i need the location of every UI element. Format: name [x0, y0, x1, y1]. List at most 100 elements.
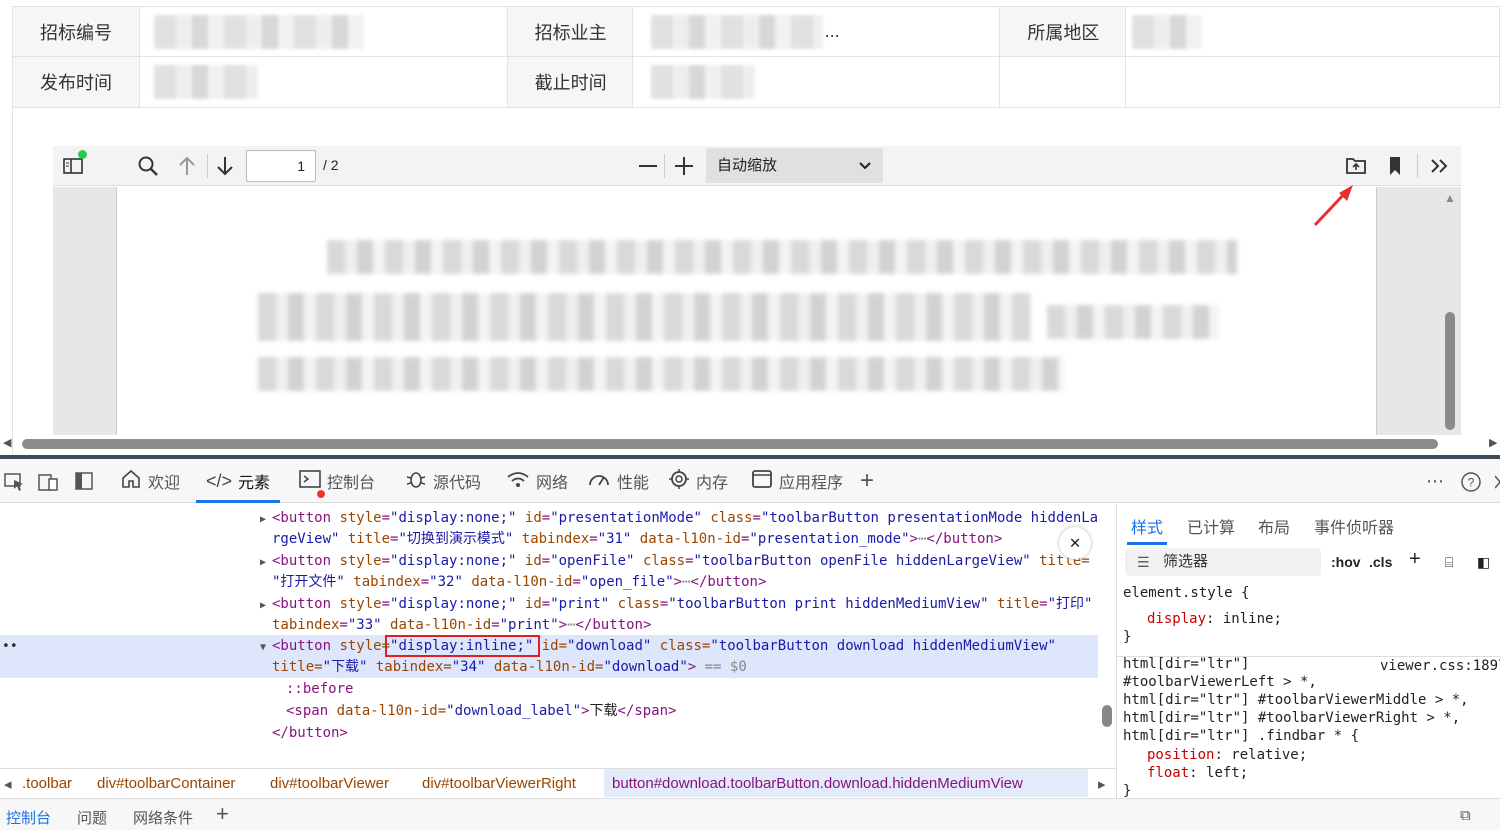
css-selector[interactable]: html[dir="ltr"] #toolbarViewerMiddle > *…: [1123, 691, 1469, 709]
code-line[interactable]: <button style="display:none;" id="print"…: [272, 594, 1116, 615]
breadcrumb-item[interactable]: div#toolbarViewer: [270, 775, 389, 792]
elements-vscroll-thumb[interactable]: [1102, 705, 1112, 727]
plus-icon[interactable]: [672, 154, 696, 178]
drawer-tab-issues[interactable]: 问题: [77, 807, 107, 828]
tab-application[interactable]: 应用程序: [751, 459, 843, 503]
wifi-icon: [506, 469, 530, 494]
css-declaration[interactable]: float: left;: [1147, 764, 1248, 782]
toggle-sidebar-icon[interactable]: ◧: [1477, 554, 1490, 571]
tab-console[interactable]: 控制台: [299, 459, 375, 503]
code-value: "display:none;": [390, 596, 517, 612]
css-selector[interactable]: html[dir="ltr"] #toolbarViewerRight > *,: [1123, 709, 1460, 727]
scroll-right-arrow[interactable]: ▶: [1489, 436, 1497, 449]
styles-filter-input[interactable]: ☰ 筛选器: [1125, 548, 1321, 576]
vertical-scrollbar-thumb[interactable]: [1445, 312, 1455, 430]
new-rule-icon[interactable]: +: [1409, 548, 1421, 571]
tab-label: 内存: [696, 475, 729, 492]
devtools-panel: 欢迎 </> 元素 控制台 源代码 网络 性能 内存 应用程序 + ⋯ ? ••…: [0, 455, 1500, 830]
tab-elements[interactable]: </> 元素: [196, 459, 281, 503]
code-value: "toolbarButton download hiddenMediumView…: [710, 638, 1056, 654]
label-bid-owner: 招标业主: [507, 7, 633, 57]
breadcrumb-item-active[interactable]: button#download.toolbarButton.download.h…: [612, 775, 1023, 792]
tab-performance[interactable]: 性能: [587, 459, 649, 503]
code-line[interactable]: "打开文件" tabindex="32" data-l10n-id="open_…: [272, 572, 1116, 593]
help-icon[interactable]: ?: [1460, 471, 1482, 493]
code-value: "32": [429, 574, 463, 590]
tab-sources[interactable]: 源代码: [405, 459, 481, 503]
inspect-element-icon[interactable]: [3, 471, 25, 493]
code-line-selected[interactable]: title="下载" tabindex="34" data-l10n-id="d…: [272, 657, 1116, 678]
expand-triangle-icon[interactable]: ▶: [260, 514, 266, 525]
dock-drawer-icon[interactable]: ⧉: [1460, 807, 1471, 824]
code-line[interactable]: <button style="display:none;" id="presen…: [272, 508, 1116, 529]
breadcrumb-scroll-right-icon[interactable]: ▸: [1098, 775, 1106, 793]
tab-memory[interactable]: 内存: [668, 459, 728, 503]
drawer-add-tab-button[interactable]: +: [216, 801, 229, 827]
css-declaration[interactable]: display: inline;: [1147, 610, 1282, 628]
page-number-input[interactable]: 1: [246, 150, 316, 182]
tab-event-listeners[interactable]: 事件侦听器: [1314, 514, 1394, 538]
collapsed-ellipsis-icon[interactable]: ⋯: [567, 617, 575, 633]
scroll-up-arrow[interactable]: ▲: [1444, 191, 1456, 205]
minus-icon[interactable]: [636, 154, 660, 178]
paint-icon[interactable]: ⌸: [1445, 554, 1453, 571]
code-line[interactable]: <span data-l10n-id="download_label">下载</…: [286, 701, 1116, 722]
code-value: "toolbarButton presentationMode hiddenLa: [760, 510, 1099, 526]
arrow-down-icon[interactable]: [213, 154, 237, 178]
drawer-tab-network-conditions[interactable]: 网络条件: [133, 807, 193, 828]
css-selector[interactable]: html[dir="ltr"]: [1123, 655, 1249, 673]
tab-styles[interactable]: 样式: [1126, 514, 1168, 545]
bookmark-icon[interactable]: [1383, 154, 1407, 178]
drawer-tab-console[interactable]: 控制台: [6, 807, 51, 828]
tab-layout[interactable]: 布局: [1258, 514, 1290, 538]
breadcrumb-item[interactable]: .toolbar: [22, 775, 72, 792]
css-source-link[interactable]: viewer.css:1897: [1380, 657, 1500, 675]
accessibility-icon[interactable]: ✕: [1059, 527, 1091, 559]
double-chevron-right-icon[interactable]: [1428, 154, 1452, 178]
element-style-header[interactable]: element.style {: [1123, 584, 1249, 602]
node-actions-icon[interactable]: ••: [2, 639, 18, 654]
collapse-triangle-icon[interactable]: ▼: [260, 642, 266, 653]
tab-computed[interactable]: 已计算: [1187, 514, 1235, 538]
tab-label: 控制台: [327, 475, 376, 492]
close-icon[interactable]: [1490, 471, 1500, 493]
search-icon[interactable]: [136, 154, 160, 178]
expand-triangle-icon[interactable]: ▶: [260, 557, 266, 568]
code-line-selected[interactable]: <button style="display:inline;" id="down…: [272, 636, 1116, 657]
hov-button[interactable]: :hov: [1331, 554, 1361, 570]
filter-placeholder: 筛选器: [1163, 553, 1209, 570]
breadcrumb-scroll-left-icon[interactable]: ◂: [4, 775, 12, 793]
zoom-select[interactable]: 自动缩放: [706, 148, 883, 183]
css-declaration[interactable]: position: relative;: [1147, 746, 1307, 764]
value-bid-number: [139, 7, 508, 57]
add-tab-button[interactable]: +: [860, 459, 874, 503]
blurred-deadline: [650, 65, 755, 99]
cls-button[interactable]: .cls: [1369, 554, 1392, 570]
horizontal-scrollbar-thumb[interactable]: [22, 439, 1438, 449]
css-selector[interactable]: html[dir="ltr"] .findbar * {: [1123, 727, 1359, 745]
expand-triangle-icon[interactable]: ▶: [260, 600, 266, 611]
breadcrumb-item[interactable]: div#toolbarViewerRight: [422, 775, 576, 792]
code-value: "download": [567, 638, 652, 654]
more-options-icon[interactable]: ⋯: [1424, 471, 1446, 493]
blurred-owner: [650, 14, 823, 49]
breadcrumb-item[interactable]: div#toolbarContainer: [97, 775, 235, 792]
code-line[interactable]: </button>: [272, 723, 1116, 744]
open-folder-icon[interactable]: [1344, 154, 1368, 178]
device-toolbar-icon[interactable]: [37, 471, 59, 493]
dock-side-icon[interactable]: [73, 471, 95, 493]
collapsed-ellipsis-icon[interactable]: ⋯: [682, 574, 690, 590]
scroll-left-arrow[interactable]: ◀: [3, 436, 11, 449]
tab-welcome[interactable]: 欢迎: [120, 459, 180, 503]
arrow-up-icon[interactable]: [175, 154, 199, 178]
tab-network[interactable]: 网络: [506, 459, 568, 503]
code-attr: id=: [541, 638, 568, 654]
code-text: 下载: [589, 703, 618, 719]
bid-info-table: 招标编号 招标业主 ... 所属地区 发布时间 截止时间: [12, 6, 1500, 108]
code-line[interactable]: rgeView" title="切换到演示模式" tabindex="31" d…: [272, 529, 1116, 550]
code-tag: </button>: [926, 531, 1003, 547]
pseudo-before[interactable]: ::before: [286, 679, 1116, 700]
code-line[interactable]: <button style="display:none;" id="openFi…: [272, 551, 1116, 572]
code-line[interactable]: tabindex="33" data-l10n-id="print">⋯</bu…: [272, 615, 1116, 636]
css-selector[interactable]: #toolbarViewerLeft > *,: [1123, 673, 1317, 691]
